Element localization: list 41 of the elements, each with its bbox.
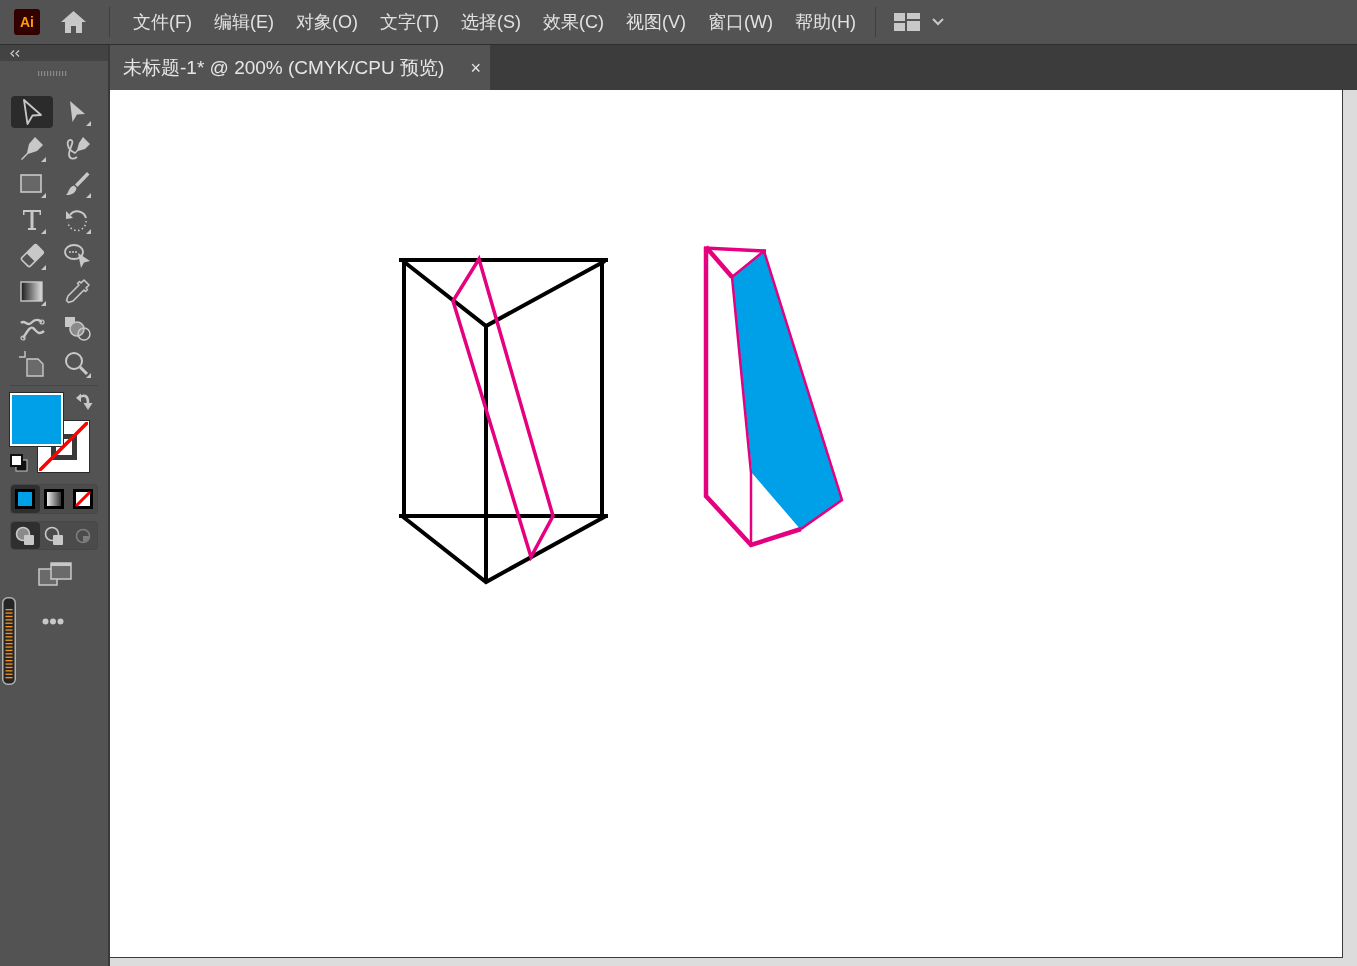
document-tab[interactable]: 未标题-1* @ 200% (CMYK/CPU 预览) ×: [110, 45, 490, 90]
square-circles-icon: [63, 314, 91, 342]
chevron-down-icon[interactable]: [931, 18, 944, 26]
circle-square-icon: [15, 525, 36, 546]
menu-item[interactable]: 视图(V): [625, 10, 686, 34]
eraser-icon: [18, 242, 46, 270]
color-swatch-icon: [15, 489, 36, 509]
eyedropper-icon: [63, 278, 91, 306]
close-tab-button[interactable]: ×: [470, 57, 481, 78]
menu-item[interactable]: 效果(C): [542, 10, 604, 34]
menu-item[interactable]: 文字(T): [380, 10, 439, 34]
menu-item[interactable]: 编辑(E): [214, 10, 274, 34]
workspace-layout-icon[interactable]: [893, 13, 920, 31]
menu-item[interactable]: 选择(S): [460, 10, 521, 34]
artboard-icon: [18, 350, 46, 378]
fill-stroke-swatches[interactable]: [9, 392, 93, 474]
screen-mode-icon[interactable]: [38, 562, 72, 586]
app-logo[interactable]: Ai: [14, 9, 40, 35]
default-colors-icon[interactable]: [10, 454, 28, 472]
swap-arrow-icon[interactable]: [76, 393, 93, 411]
color-mode-button[interactable]: [11, 485, 40, 513]
menu-item[interactable]: 对象(O): [296, 10, 358, 34]
draw-mode-button[interactable]: [11, 522, 40, 549]
no-color-swatch-icon: [72, 489, 93, 509]
collapse-icon[interactable]: [10, 49, 20, 57]
gradient-square-icon: [18, 278, 46, 306]
menu-item[interactable]: 帮助(H): [794, 10, 856, 34]
tab-title: 未标题-1* @ 200% (CMYK/CPU 预览): [123, 55, 445, 80]
circle-square-icon: [44, 525, 64, 546]
striped-handle-icon[interactable]: [2, 597, 16, 685]
more-icon[interactable]: [42, 618, 64, 625]
bubble-cursor-icon: [63, 242, 91, 270]
diagonal-slash-icon: [39, 422, 88, 471]
paintbrush-icon: [63, 170, 91, 198]
menu-item[interactable]: 文件(F): [133, 10, 192, 34]
gradient-swatch-icon: [44, 489, 64, 509]
magnifier-icon: [63, 350, 91, 378]
tool-button[interactable]: [11, 96, 53, 128]
menu-item[interactable]: 窗口(W): [707, 10, 773, 34]
home-icon[interactable]: [60, 10, 87, 34]
grip-lines-icon[interactable]: [38, 71, 68, 76]
